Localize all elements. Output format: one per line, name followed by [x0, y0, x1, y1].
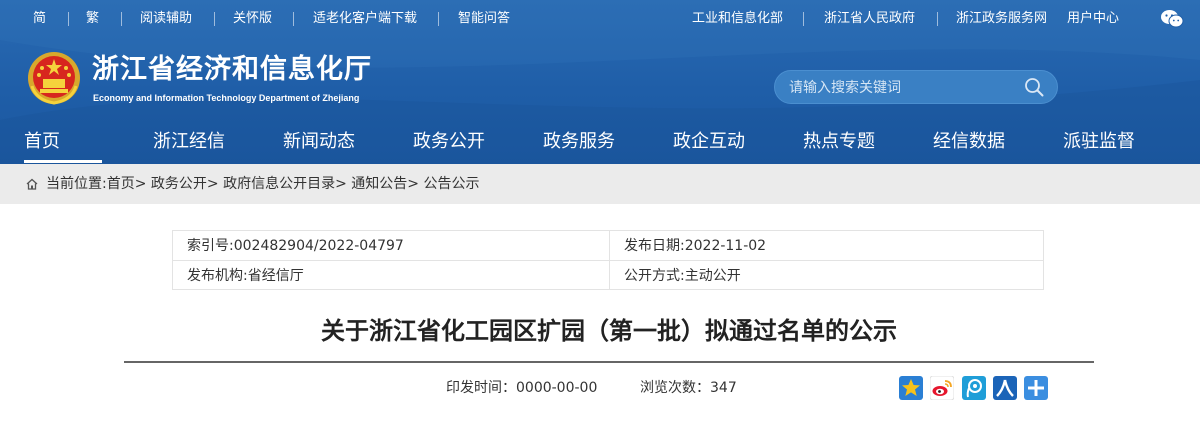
nav-item-home[interactable]: 首页	[24, 131, 60, 153]
more-share-plus-icon[interactable]	[1024, 376, 1048, 400]
publisher-label: 发布机构:	[187, 268, 248, 284]
breadcrumb-prefix: 当前位置:	[46, 176, 107, 192]
search-input[interactable]	[789, 78, 1019, 98]
user-center-link[interactable]: 用户中心	[1067, 11, 1119, 27]
disclosure-mode-cell: 公开方式:主动公开	[624, 268, 741, 284]
search-box	[774, 70, 1058, 104]
nav-item-gov-affairs-open[interactable]: 政务公开	[413, 131, 485, 153]
breadcrumb: 当前位置:首页> 政务公开> 政府信息公开目录> 通知公告> 公告公示	[0, 164, 1200, 204]
topbar-divider	[937, 12, 938, 26]
topbar-divider	[121, 12, 122, 26]
reading-assist-link[interactable]: 阅读辅助	[140, 11, 192, 27]
table-divider	[609, 231, 610, 289]
publish-date-label: 发布日期:	[624, 238, 685, 254]
nav-active-indicator	[24, 160, 102, 163]
breadcrumb-gov-affairs-open[interactable]: 政务公开	[151, 176, 207, 192]
care-version-link[interactable]: 关怀版	[233, 11, 272, 27]
wechat-icon[interactable]	[1160, 9, 1184, 29]
disclosure-mode-label: 公开方式:	[624, 268, 685, 284]
nav-item-news[interactable]: 新闻动态	[283, 131, 355, 153]
publish-date-cell: 发布日期:2022-11-02	[624, 238, 766, 254]
topbar-divider	[803, 12, 804, 26]
nav-item-data[interactable]: 经信数据	[933, 131, 1005, 153]
topbar-divider	[293, 12, 294, 26]
publisher-value: 省经信厅	[247, 268, 304, 284]
index-number-value: 002482904/2022-04797	[233, 238, 404, 254]
nav-item-zhejiang-jingxin[interactable]: 浙江经信	[153, 131, 225, 153]
issue-time-value: 0000-00-00	[516, 380, 598, 396]
index-number-cell: 索引号:002482904/2022-04797	[187, 238, 404, 254]
national-emblem-icon	[28, 52, 80, 105]
miit-link[interactable]: 工业和信息化部	[692, 11, 783, 27]
breadcrumb-separator: >	[206, 176, 219, 192]
topbar-divider	[214, 12, 215, 26]
zhejiang-service-link[interactable]: 浙江政务服务网	[956, 11, 1047, 27]
zhejiang-gov-link[interactable]: 浙江省人民政府	[824, 11, 915, 27]
breadcrumb-announcements[interactable]: 公告公示	[423, 176, 479, 192]
view-count-label: 浏览次数：	[640, 380, 710, 396]
renren-icon[interactable]	[993, 376, 1017, 400]
breadcrumb-trail: 当前位置:首页> 政务公开> 政府信息公开目录> 通知公告> 公告公示	[46, 176, 479, 193]
qzone-star-icon[interactable]	[899, 376, 923, 400]
view-count: 浏览次数：347	[640, 379, 737, 397]
search-icon[interactable]	[1024, 77, 1044, 97]
nav-item-supervision[interactable]: 派驻监督	[1063, 131, 1135, 153]
publish-date-value: 2022-11-02	[684, 238, 767, 254]
article-title: 关于浙江省化工园区扩园（第一批）拟通过名单的公示	[321, 317, 897, 345]
breadcrumb-separator: >	[407, 176, 420, 192]
main-navigation: 首页 浙江经信 新闻动态 政务公开 政务服务 政企互动 热点专题 经信数据 派驻…	[0, 122, 1200, 164]
breadcrumb-info-catalog[interactable]: 政府信息公开目录	[223, 176, 335, 192]
document-info-table: 索引号:002482904/2022-04797 发布日期:2022-11-02…	[172, 230, 1044, 290]
publisher-cell: 发布机构:省经信厅	[187, 268, 304, 284]
site-subtitle: Economy and Information Technology Depar…	[93, 93, 360, 103]
smart-qa-link[interactable]: 智能问答	[458, 11, 510, 27]
issue-time-label: 印发时间：	[446, 380, 516, 396]
tencent-weibo-icon[interactable]	[962, 376, 986, 400]
disclosure-mode-value: 主动公开	[684, 268, 741, 284]
issue-time: 印发时间：0000-00-00	[446, 379, 597, 397]
traditional-chinese-link[interactable]: 繁	[86, 11, 99, 27]
index-number-label: 索引号:	[187, 238, 234, 254]
view-count-value: 347	[710, 380, 737, 396]
weibo-icon[interactable]	[930, 376, 954, 400]
nav-item-hot-topics[interactable]: 热点专题	[803, 131, 875, 153]
nav-item-interaction[interactable]: 政企互动	[673, 131, 745, 153]
article-title-divider	[124, 361, 1094, 363]
topbar-divider	[68, 12, 69, 26]
topbar-divider	[438, 12, 439, 26]
simplified-chinese-link[interactable]: 简	[33, 11, 46, 27]
top-utility-bar: 简 繁 阅读辅助 关怀版 适老化客户端下载 智能问答 工业和信息化部 浙江省人民…	[0, 0, 1200, 38]
breadcrumb-notices[interactable]: 通知公告	[351, 176, 407, 192]
breadcrumb-home[interactable]: 首页	[107, 176, 135, 192]
table-divider	[173, 260, 1043, 261]
elderly-client-download-link[interactable]: 适老化客户端下载	[313, 11, 417, 27]
site-title[interactable]: 浙江省经济和信息化厅	[92, 54, 372, 86]
home-icon	[26, 178, 38, 190]
breadcrumb-separator: >	[134, 176, 147, 192]
nav-item-gov-services[interactable]: 政务服务	[543, 131, 615, 153]
site-header: 简 繁 阅读辅助 关怀版 适老化客户端下载 智能问答 工业和信息化部 浙江省人民…	[0, 0, 1200, 164]
breadcrumb-separator: >	[335, 176, 347, 192]
